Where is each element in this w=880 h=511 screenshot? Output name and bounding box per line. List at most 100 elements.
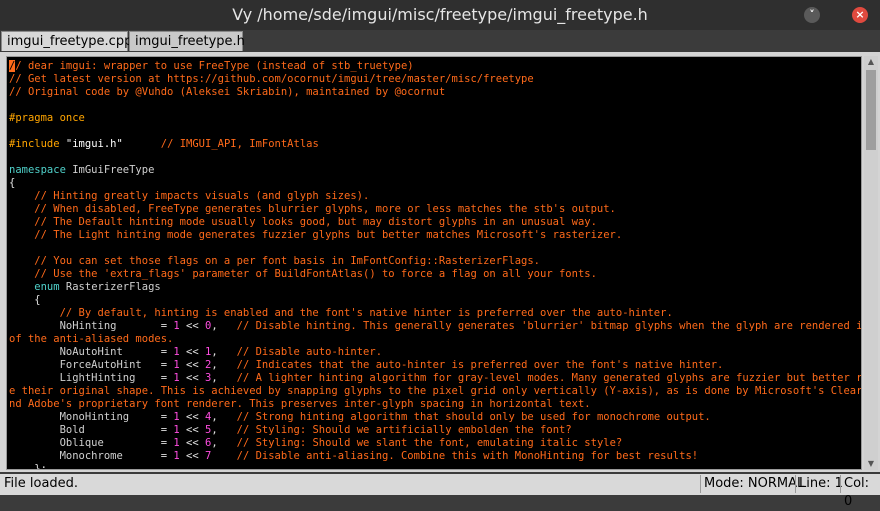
- vertical-scrollbar[interactable]: ▲ ▼: [864, 56, 878, 470]
- code-token: ,: [211, 424, 237, 436]
- code-token: <<: [179, 359, 205, 371]
- code-line[interactable]: {: [9, 294, 861, 307]
- code-token: <<: [179, 372, 205, 384]
- code-editor[interactable]: // dear imgui: wrapper to use FreeType (…: [6, 56, 862, 470]
- code-token: =: [160, 346, 174, 358]
- code-line[interactable]: // Use the 'extra_flags' parameter of Bu…: [9, 268, 861, 281]
- code-line[interactable]: Oblique = 1 << 6, // Styling: Should we …: [9, 437, 861, 450]
- code-token: {: [9, 177, 16, 189]
- code-line[interactable]: Monochrome = 1 << 7 // Disable anti-alia…: [9, 450, 861, 463]
- code-token: // A lighter hinting algorithm for gray-…: [236, 372, 862, 384]
- code-line[interactable]: NoHinting = 1 << 0, // Disable hinting. …: [9, 320, 861, 333]
- code-line[interactable]: // By default, hinting is enabled and th…: [9, 307, 861, 320]
- code-token: // Hinting greatly impacts visuals (and …: [9, 190, 370, 202]
- tab-imgui-freetype-cpp[interactable]: imgui_freetype.cpp: [1, 31, 132, 51]
- code-token: / dear imgui: wrapper to use FreeType (i…: [15, 60, 414, 72]
- code-token: // Disable auto-hinter.: [236, 346, 383, 358]
- code-line[interactable]: [9, 242, 861, 255]
- code-token: <<: [179, 346, 205, 358]
- code-token: =: [160, 411, 174, 423]
- close-icon[interactable]: ×: [852, 7, 868, 23]
- code-token: <<: [179, 437, 205, 449]
- code-token: ,: [211, 320, 237, 332]
- code-token: MonoHinting: [9, 411, 161, 423]
- code-token: };: [9, 463, 47, 470]
- code-token: nd Adobe's proprietary font renderer. Th…: [9, 398, 591, 410]
- code-line[interactable]: // Original code by @Vuhdo (Aleksei Skri…: [9, 86, 861, 99]
- code-token: <<: [179, 450, 205, 462]
- code-token: NoHinting: [9, 320, 161, 332]
- code-line[interactable]: // The Light hinting mode generates fuzz…: [9, 229, 861, 242]
- code-line[interactable]: // dear imgui: wrapper to use FreeType (…: [9, 60, 861, 73]
- code-line[interactable]: // Hinting greatly impacts visuals (and …: [9, 190, 861, 203]
- code-token: =: [160, 450, 174, 462]
- code-token: Bold: [9, 424, 161, 436]
- code-line[interactable]: of the anti-aliased modes.: [9, 333, 861, 346]
- code-line[interactable]: MonoHinting = 1 << 4, // Strong hinting …: [9, 411, 861, 424]
- code-token: =: [160, 372, 174, 384]
- status-line: Line: 1: [795, 475, 843, 493]
- code-line[interactable]: NoAutoHint = 1 << 1, // Disable auto-hin…: [9, 346, 861, 359]
- code-token: "imgui.h": [65, 138, 123, 150]
- code-token: ImGuiFreeType: [72, 164, 155, 176]
- code-token: =: [160, 437, 174, 449]
- code-line[interactable]: e their original shape. This is achieved…: [9, 385, 861, 398]
- code-token: NoAutoHint: [9, 346, 161, 358]
- scroll-up-icon[interactable]: ▲: [864, 56, 878, 68]
- editor-frame: // dear imgui: wrapper to use FreeType (…: [0, 52, 880, 472]
- code-line[interactable]: // You can set those flags on a per font…: [9, 255, 861, 268]
- code-token: Monochrome: [9, 450, 161, 462]
- code-token: // Original code by @Vuhdo (Aleksei Skri…: [9, 86, 446, 98]
- code-token: LightHinting: [9, 372, 161, 384]
- code-line[interactable]: nd Adobe's proprietary font renderer. Th…: [9, 398, 861, 411]
- code-line[interactable]: enum RasterizerFlags: [9, 281, 861, 294]
- code-line[interactable]: #include "imgui.h" // IMGUI_API, ImFontA…: [9, 138, 861, 151]
- code-token: #pragma once: [9, 112, 85, 124]
- code-token: <<: [179, 320, 205, 332]
- title-bar: Vy /home/sde/imgui/misc/freetype/imgui_f…: [0, 0, 880, 30]
- scrollbar-thumb[interactable]: [866, 70, 876, 150]
- code-token: =: [160, 320, 174, 332]
- code-token: ForceAutoHint: [9, 359, 161, 371]
- window-title: Vy /home/sde/imgui/misc/freetype/imgui_f…: [232, 5, 648, 24]
- code-content[interactable]: // dear imgui: wrapper to use FreeType (…: [7, 57, 861, 470]
- code-line[interactable]: // The Default hinting mode usually look…: [9, 216, 861, 229]
- tab-imgui-freetype-h[interactable]: imgui_freetype.h: [129, 31, 245, 51]
- code-token: // Disable hinting. This generally gener…: [236, 320, 862, 332]
- code-token: =: [160, 359, 174, 371]
- code-token: ,: [211, 346, 237, 358]
- code-line[interactable]: [9, 125, 861, 138]
- code-token: e their original shape. This is achieved…: [9, 385, 862, 397]
- code-line[interactable]: ForceAutoHint = 1 << 2, // Indicates tha…: [9, 359, 861, 372]
- code-line[interactable]: // Get latest version at https://github.…: [9, 73, 861, 86]
- code-token: <<: [179, 411, 205, 423]
- code-token: enum: [9, 281, 66, 293]
- code-token: // Disable anti-aliasing. Combine this w…: [236, 450, 699, 462]
- status-col: Col: 0: [840, 475, 880, 509]
- code-token: ,: [211, 372, 237, 384]
- code-line[interactable]: LightHinting = 1 << 3, // A lighter hint…: [9, 372, 861, 385]
- code-line[interactable]: namespace ImGuiFreeType: [9, 164, 861, 177]
- scroll-down-icon[interactable]: ▼: [864, 458, 878, 470]
- code-line[interactable]: Bold = 1 << 5, // Styling: Should we art…: [9, 424, 861, 437]
- code-token: #include: [9, 138, 66, 150]
- code-line[interactable]: };: [9, 463, 861, 470]
- code-token: ,: [211, 359, 237, 371]
- code-line[interactable]: // When disabled, FreeType generates blu…: [9, 203, 861, 216]
- code-token: // Styling: Should we artificially embol…: [236, 424, 572, 436]
- code-token: namespace: [9, 164, 73, 176]
- code-line[interactable]: #pragma once: [9, 112, 861, 125]
- code-line[interactable]: [9, 151, 861, 164]
- minimize-icon[interactable]: ˅: [804, 7, 820, 23]
- code-token: of the anti-aliased modes.: [9, 333, 174, 345]
- code-line[interactable]: [9, 99, 861, 112]
- code-token: // The Default hinting mode usually look…: [9, 216, 597, 228]
- code-token: // The Light hinting mode generates fuzz…: [9, 229, 623, 241]
- code-token: <<: [179, 424, 205, 436]
- code-token: // Strong hinting algorithm that should …: [236, 411, 711, 423]
- code-token: // IMGUI_API, ImFontAtlas: [122, 138, 319, 150]
- code-token: // By default, hinting is enabled and th…: [9, 307, 673, 319]
- code-token: // Styling: Should we slant the font, em…: [236, 437, 623, 449]
- code-line[interactable]: {: [9, 177, 861, 190]
